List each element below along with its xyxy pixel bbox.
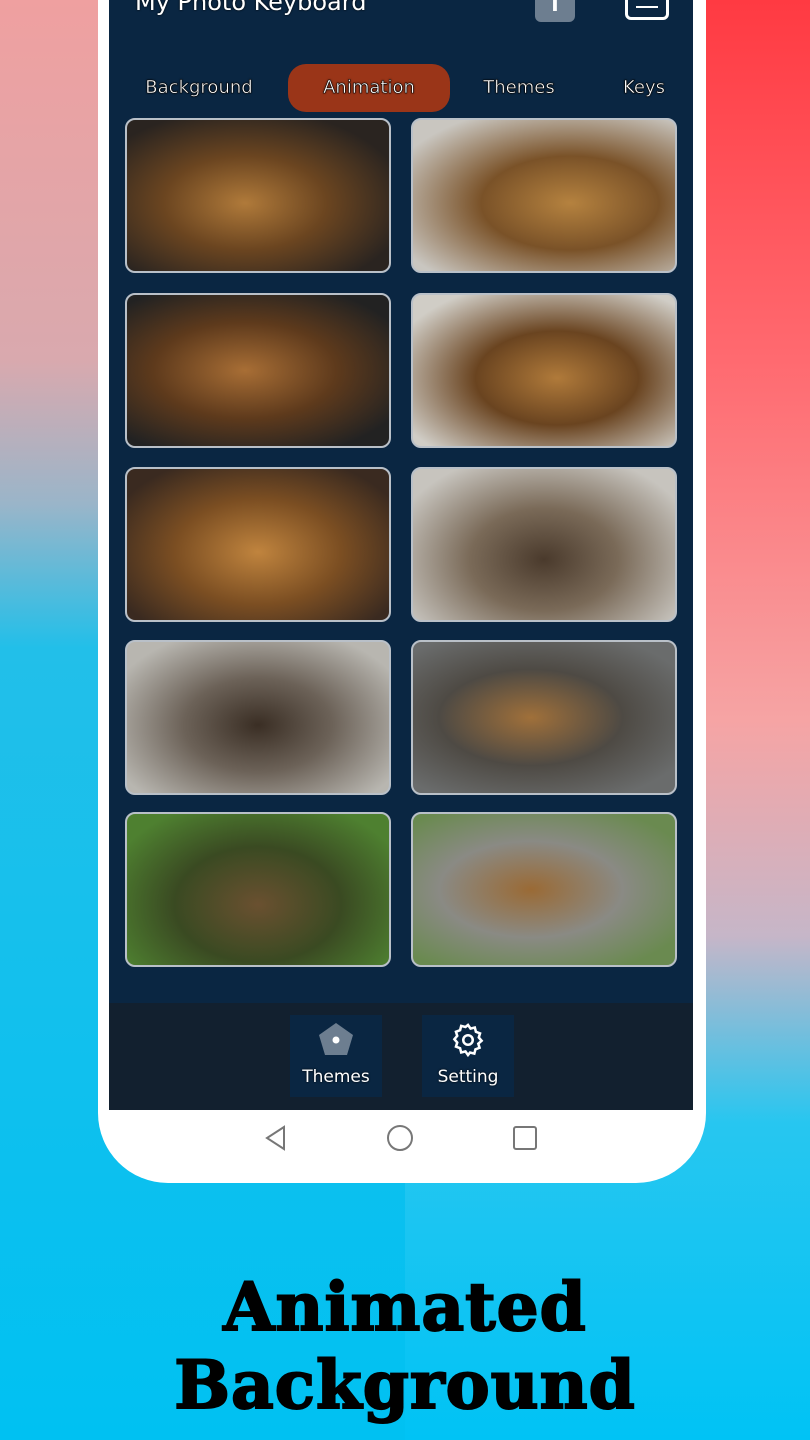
animation-thumbnail[interactable] <box>125 118 391 273</box>
nav-setting-label: Setting <box>437 1067 499 1087</box>
tab-keys[interactable]: Keys <box>614 64 674 112</box>
nav-setting[interactable]: Setting <box>422 1015 514 1097</box>
app-title: My Photo Keyboard <box>135 0 367 16</box>
gear-icon <box>452 1023 484 1058</box>
nav-themes[interactable]: Themes <box>290 1015 382 1097</box>
app-screen: My Photo Keyboard T Background Animation… <box>109 0 693 1110</box>
font-icon[interactable]: T <box>535 0 575 22</box>
promo-caption: Animated Background <box>173 1267 636 1425</box>
animation-thumbnail[interactable] <box>125 293 391 448</box>
back-icon[interactable] <box>262 1124 290 1152</box>
animation-thumbnail[interactable] <box>125 640 391 795</box>
animation-thumbnail[interactable] <box>411 812 677 967</box>
pentagon-icon <box>319 1023 353 1055</box>
phone-frame: My Photo Keyboard T Background Animation… <box>98 0 706 1183</box>
keyboard-icon[interactable] <box>625 0 669 20</box>
animation-thumbnail[interactable] <box>411 467 677 622</box>
tab-themes[interactable]: Themes <box>474 64 564 112</box>
nav-themes-label: Themes <box>302 1067 370 1087</box>
recents-icon[interactable] <box>511 1124 539 1152</box>
home-icon[interactable] <box>386 1124 414 1152</box>
tab-animation[interactable]: Animation <box>288 64 450 112</box>
animation-thumbnail[interactable] <box>411 118 677 273</box>
tab-background[interactable]: Background <box>129 64 269 112</box>
tab-bar: Background Animation Themes Keys <box>109 64 693 112</box>
system-nav-bar <box>98 1110 706 1183</box>
animation-thumbnail[interactable] <box>411 640 677 795</box>
animation-thumbnail[interactable] <box>125 812 391 967</box>
animation-thumbnail[interactable] <box>411 293 677 448</box>
bottom-nav: Themes Setting <box>109 1003 693 1110</box>
animation-thumbnail[interactable] <box>125 467 391 622</box>
